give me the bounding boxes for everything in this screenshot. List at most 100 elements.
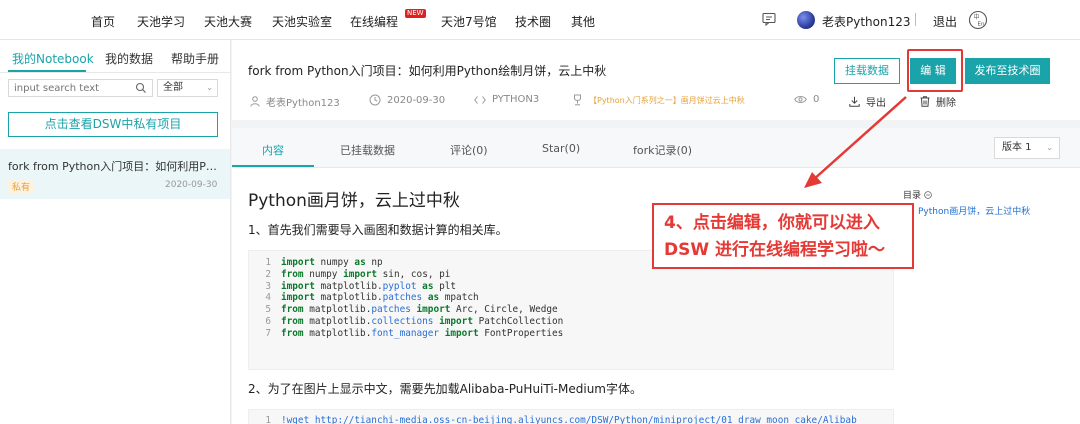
sidebar: 我的Notebook 我的数据 帮助手册 全部 ⌄ 点击查看DSW中私有项目 f…	[0, 40, 231, 424]
line-number: 2	[265, 268, 271, 280]
toc-label: 目录	[903, 188, 932, 201]
filter-select[interactable]: 全部 ⌄	[157, 79, 218, 97]
clock-icon	[369, 94, 381, 106]
top-nav: 首页 天池学习 天池大赛 天池实验室 在线编程 NEW 天池7号馆 技术圈 其他…	[0, 0, 1080, 40]
export-button[interactable]: 导出	[849, 94, 886, 109]
tab-comments[interactable]: 评论(0)	[450, 142, 488, 158]
annotation-callout: 4、点击编辑，你就可以进入 DSW 进行在线编程学习啦～	[652, 203, 914, 269]
code-text: import matplotlib.pyplot as plt	[281, 280, 457, 292]
delete-button[interactable]: 删除	[920, 94, 956, 109]
code-line: 3 import matplotlib.pyplot as plt	[259, 281, 893, 293]
notebook-header: fork from Python入门项目：如何利用Python绘制月饼，云上中秋…	[232, 40, 1080, 120]
author-name: 老表Python123	[266, 98, 340, 109]
message-icon[interactable]	[762, 12, 776, 26]
tab-star[interactable]: Star(0)	[542, 142, 580, 155]
annotation-line-1: 4、点击编辑，你就可以进入	[664, 213, 880, 233]
view-count: 0	[813, 94, 820, 105]
code-line: 7 from matplotlib.font_manager import Fon…	[259, 328, 893, 340]
code-text: import matplotlib.patches as mpatch	[281, 292, 479, 304]
toc-label-text: 目录	[903, 191, 922, 201]
private-badge: 私有	[8, 179, 35, 194]
nav-item-lab[interactable]: 天池实验室	[272, 13, 332, 30]
nav-item-learning[interactable]: 天池学习	[137, 13, 185, 30]
nav-item-competition[interactable]: 天池大赛	[204, 13, 252, 30]
trophy-icon	[574, 94, 581, 106]
code-icon	[474, 95, 486, 104]
nav-item-home[interactable]: 首页	[91, 13, 115, 30]
line-number: 1	[265, 257, 271, 268]
collapse-circle-icon[interactable]	[924, 191, 932, 199]
nav-item-online-coding[interactable]: 在线编程 NEW	[350, 9, 426, 30]
code-text: from numpy import sin, cos, pi	[281, 268, 451, 280]
created-date: 2020-09-30	[387, 94, 446, 106]
export-label: 导出	[866, 98, 886, 109]
search-input[interactable]	[8, 79, 153, 97]
version-select[interactable]: 版本 1 ⌄	[994, 137, 1060, 159]
trash-icon	[920, 96, 930, 107]
series-tag[interactable]: 【Python入门系列之一】画月饼过云上中秋	[589, 95, 745, 106]
code-line: !wget http://tianchi-media.oss-cn-beijin…	[281, 415, 857, 424]
content-tabs: 内容 已挂载数据 评论(0) Star(0) fork记录(0) 版本 1 ⌄	[232, 128, 1080, 168]
meta-views: 0	[794, 94, 819, 105]
code-line: 2 from numpy import sin, cos, pi	[259, 269, 893, 281]
meta-author: 老表Python123	[250, 94, 340, 109]
language-icon[interactable]: 中 En	[968, 10, 988, 30]
sidebar-tab-my-notebook[interactable]: 我的Notebook	[12, 50, 94, 67]
svg-text:中: 中	[974, 13, 980, 21]
project-date: 2020-09-30	[165, 180, 218, 190]
tab-mounted-data[interactable]: 已挂载数据	[340, 142, 395, 158]
tabs-divider	[0, 72, 230, 73]
download-icon	[849, 96, 860, 107]
tab-fork-history[interactable]: fork记录(0)	[633, 142, 692, 158]
annotation-text: 4、点击编辑，你就可以进入 DSW 进行在线编程学习啦～	[664, 210, 885, 264]
nav-item-other[interactable]: 其他	[571, 13, 595, 30]
project-list-item[interactable]: fork from Python入门项目：如何利用Pyt... 私有 2020-…	[0, 149, 230, 199]
code-text: import numpy as np	[281, 257, 383, 268]
sidebar-tab-my-data[interactable]: 我的数据	[105, 50, 153, 67]
toc-item[interactable]: Python画月饼，云上过中秋	[918, 204, 1030, 217]
annotation-line-2: DSW 进行在线编程学习啦～	[664, 240, 886, 260]
eye-icon	[794, 96, 807, 103]
code-text: from matplotlib.collections import Patch…	[281, 315, 564, 327]
code-cell-wget[interactable]: 1 !wget http://tianchi-media.oss-cn-beiji…	[248, 409, 894, 424]
code-line: 6 from matplotlib.collections import Patc…	[259, 316, 893, 328]
nav-item-hall7[interactable]: 天池7号馆	[441, 13, 497, 30]
logout-link[interactable]: 退出	[933, 13, 957, 30]
edit-highlight-box	[907, 49, 963, 92]
notebook-heading: Python画月饼，云上过中秋	[248, 191, 460, 211]
nav-item-online-coding-label: 在线编程	[350, 15, 399, 29]
step-1-text: 1、首先我们需要导入画图和数据计算的相关库。	[248, 223, 508, 237]
view-private-projects-button[interactable]: 点击查看DSW中私有项目	[8, 112, 218, 137]
language-label: PYTHON3	[492, 94, 540, 105]
code-line: 4 import matplotlib.patches as mpatch	[259, 292, 893, 304]
notebook-title: fork from Python入门项目：如何利用Python绘制月饼，云上中秋	[248, 64, 607, 78]
filter-select-value: 全部	[163, 82, 183, 93]
meta-language: PYTHON3	[474, 94, 539, 105]
line-number: 3	[265, 280, 271, 292]
meta-date: 2020-09-30	[369, 94, 445, 106]
sidebar-tab-help[interactable]: 帮助手册	[171, 50, 219, 67]
user-icon	[250, 96, 260, 107]
code-text: from matplotlib.font_manager import Font…	[281, 327, 564, 339]
version-select-value: 版本 1	[1002, 142, 1032, 153]
step-2-text: 2、为了在图片上显示中文，需要先加载Alibaba-PuHuiTi-Medium…	[248, 382, 642, 396]
avatar[interactable]	[797, 11, 815, 29]
user-name[interactable]: 老表Python123	[822, 13, 911, 30]
new-badge: NEW	[405, 9, 426, 18]
nav-item-tech-circle[interactable]: 技术圈	[515, 13, 551, 30]
active-tab-indicator	[232, 165, 314, 167]
publish-button[interactable]: 发布至技术圈	[965, 58, 1050, 84]
search-icon[interactable]	[135, 82, 147, 94]
tab-content[interactable]: 内容	[262, 142, 284, 158]
code-line: 5 from matplotlib.patches import Arc, Cir…	[259, 304, 893, 316]
delete-label: 删除	[936, 98, 956, 109]
line-number: 6	[265, 315, 271, 327]
chevron-down-icon: ⌄	[206, 83, 213, 92]
line-number: 4	[265, 292, 271, 304]
line-number: 1	[265, 415, 271, 424]
code-text: from matplotlib.patches import Arc, Circ…	[281, 304, 558, 316]
nav-divider	[915, 13, 916, 26]
line-number: 7	[265, 327, 271, 339]
svg-text:En: En	[978, 22, 985, 28]
mount-data-button[interactable]: 挂载数据	[834, 58, 900, 84]
